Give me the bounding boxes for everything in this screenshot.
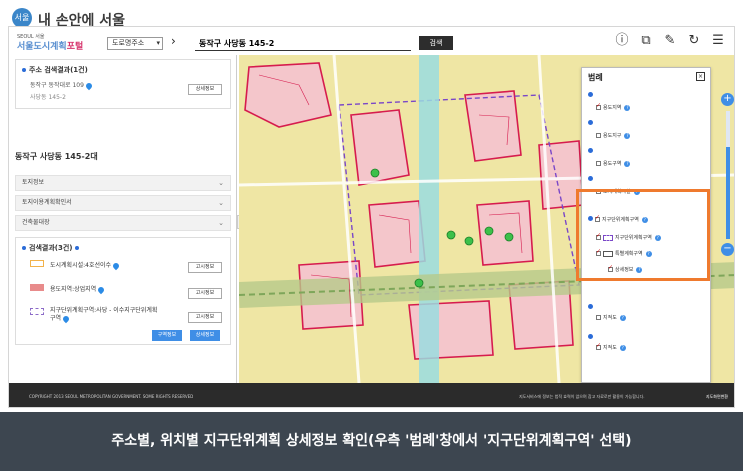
legend-item-cadastral-2[interactable]: 지적도?	[596, 342, 626, 351]
brand-logo[interactable]: 서울도시계획포털	[17, 39, 83, 52]
legend-title: 범례	[588, 73, 603, 82]
footer: COPYRIGHT 2013 SEOUL METROPOLITAN GOVERN…	[9, 383, 734, 407]
refresh-icon[interactable]: ↻	[686, 33, 702, 49]
checkbox[interactable]	[596, 342, 601, 350]
address-type-value: 도로명주소	[112, 39, 145, 47]
lot-address: 사당동 145-2	[30, 94, 66, 101]
bullet-icon	[588, 92, 593, 97]
bullet-icon	[22, 245, 26, 250]
address-detail-button[interactable]: 상세정보	[188, 84, 222, 95]
district-swatch	[30, 308, 44, 315]
accordion-building-register[interactable]: 건축물대장 ⌄	[15, 215, 231, 231]
chevron-down-icon: ⌄	[218, 179, 224, 187]
parcel-heading: 동작구 사당동 145-2대	[15, 152, 98, 161]
checkbox[interactable]	[596, 102, 601, 110]
left-panel: 주소 검색결과(1건) 동작구 동작대로 109 사당동 145-2 상세정보 …	[9, 55, 237, 383]
bullet-icon	[588, 334, 593, 339]
help-icon[interactable]: ?	[619, 344, 626, 351]
facility-swatch	[30, 260, 44, 267]
disclaimer-text: 지도서비스에 정보는 법적 효력이 없으며 참고 자료로만 활용이 가능합니다.	[519, 394, 645, 399]
caption-text: 주소별, 위치별 지구단위계획 상세정보 확인(우측 '범례'창에서 '지구단위…	[0, 412, 743, 471]
chevron-down-icon: ⌄	[218, 199, 224, 207]
location-pin-icon[interactable]	[61, 314, 71, 323]
accordion-land-info[interactable]: 토지정보 ⌄	[15, 175, 231, 191]
legend-item-zoning[interactable]: 용도지역?	[596, 102, 631, 111]
checkbox[interactable]	[596, 133, 601, 138]
bullet-icon	[588, 120, 593, 125]
district-detail-button[interactable]: 상세정보	[190, 330, 220, 341]
bullet-icon	[75, 245, 80, 250]
address-result-title: 주소 검색결과(1건)	[29, 66, 88, 74]
address-type-select[interactable]: 도로명주소 ▾	[107, 37, 163, 50]
help-icon[interactable]: ?	[624, 104, 631, 111]
chevron-right-icon: ›	[171, 34, 176, 48]
document-icon[interactable]: ☰	[710, 33, 726, 49]
ruler-icon[interactable]: ✎	[662, 33, 678, 49]
zoom-out-button[interactable]: −	[721, 243, 734, 256]
zoom-in-button[interactable]: +	[721, 93, 734, 106]
copyright-text: COPYRIGHT 2013 SEOUL METROPOLITAN GOVERN…	[29, 394, 194, 399]
road-address: 동작구 동작대로 109	[30, 80, 94, 90]
zoom-level-fill	[726, 146, 730, 239]
bullet-icon	[588, 176, 593, 181]
info-icon[interactable]: ⓘ	[614, 33, 630, 49]
location-pin-icon[interactable]	[96, 285, 106, 294]
legend-highlight-box	[576, 189, 710, 281]
search-input[interactable]	[195, 36, 411, 51]
legend-item-district-use[interactable]: 용도지구?	[596, 132, 631, 139]
close-icon[interactable]: ×	[696, 72, 705, 81]
help-icon[interactable]: ?	[624, 132, 631, 139]
accordion-land-use-plan[interactable]: 토지이용계획확인서 ⌄	[15, 195, 231, 211]
legend-row-zoning[interactable]	[588, 92, 595, 99]
location-pin-icon[interactable]	[111, 261, 121, 270]
crop-icon[interactable]: ⧉	[638, 33, 654, 49]
brand-main: 서울도시계획	[17, 42, 67, 52]
zoom-control: + −	[721, 93, 734, 365]
chevron-down-icon: ▾	[156, 39, 160, 47]
search-results-title: 검색결과(3건)	[29, 244, 73, 252]
search-results-card: 검색결과(3건) 도시계획시설:4호선이수 고시정보 용도지역:상업지역 고시정…	[15, 237, 231, 345]
result-label-district[interactable]: 지구단위계획구역:사당 - 이수지구단위계획구역	[50, 307, 160, 323]
legend-item-cadastral-1[interactable]: 지적도?	[596, 314, 626, 321]
zoom-slider[interactable]	[726, 111, 730, 239]
zone-info-button[interactable]: 구역정보	[152, 330, 182, 341]
bullet-icon	[588, 304, 593, 309]
zoning-swatch	[30, 284, 44, 291]
checkbox[interactable]	[596, 161, 601, 166]
seoul-logo-icon: 서울	[12, 8, 32, 28]
checkbox[interactable]	[596, 315, 601, 320]
help-icon[interactable]: ?	[624, 160, 631, 167]
bullet-icon	[588, 148, 593, 153]
map-switch-link[interactable]: 지도화면변환	[706, 394, 728, 400]
bullet-icon	[22, 67, 26, 72]
address-result-card: 주소 검색결과(1건) 동작구 동작대로 109 사당동 145-2 상세정보	[15, 59, 231, 109]
notice-button-1[interactable]: 고시정보	[188, 262, 222, 273]
result-label-facility[interactable]: 도시계획시설:4호선이수	[50, 260, 121, 270]
search-button[interactable]: 검색	[419, 36, 453, 50]
location-pin-icon[interactable]	[84, 81, 94, 90]
result-label-zoning[interactable]: 용도지역:상업지역	[50, 284, 106, 294]
notice-button-2[interactable]: 고시정보	[188, 288, 222, 299]
header-bar: SEOUL 서울 서울도시계획포털 도로명주소 ▾ › 검색 ⓘ ⧉ ✎ ↻ ☰	[9, 27, 734, 55]
legend-item-zone-area[interactable]: 용도구역?	[596, 160, 631, 167]
notice-button-3[interactable]: 고시정보	[188, 312, 222, 323]
brand-accent: 포털	[66, 42, 84, 52]
map-toolbar: ⓘ ⧉ ✎ ↻ ☰	[614, 33, 726, 49]
chevron-down-icon: ⌄	[218, 219, 224, 227]
help-icon[interactable]: ?	[619, 314, 626, 321]
